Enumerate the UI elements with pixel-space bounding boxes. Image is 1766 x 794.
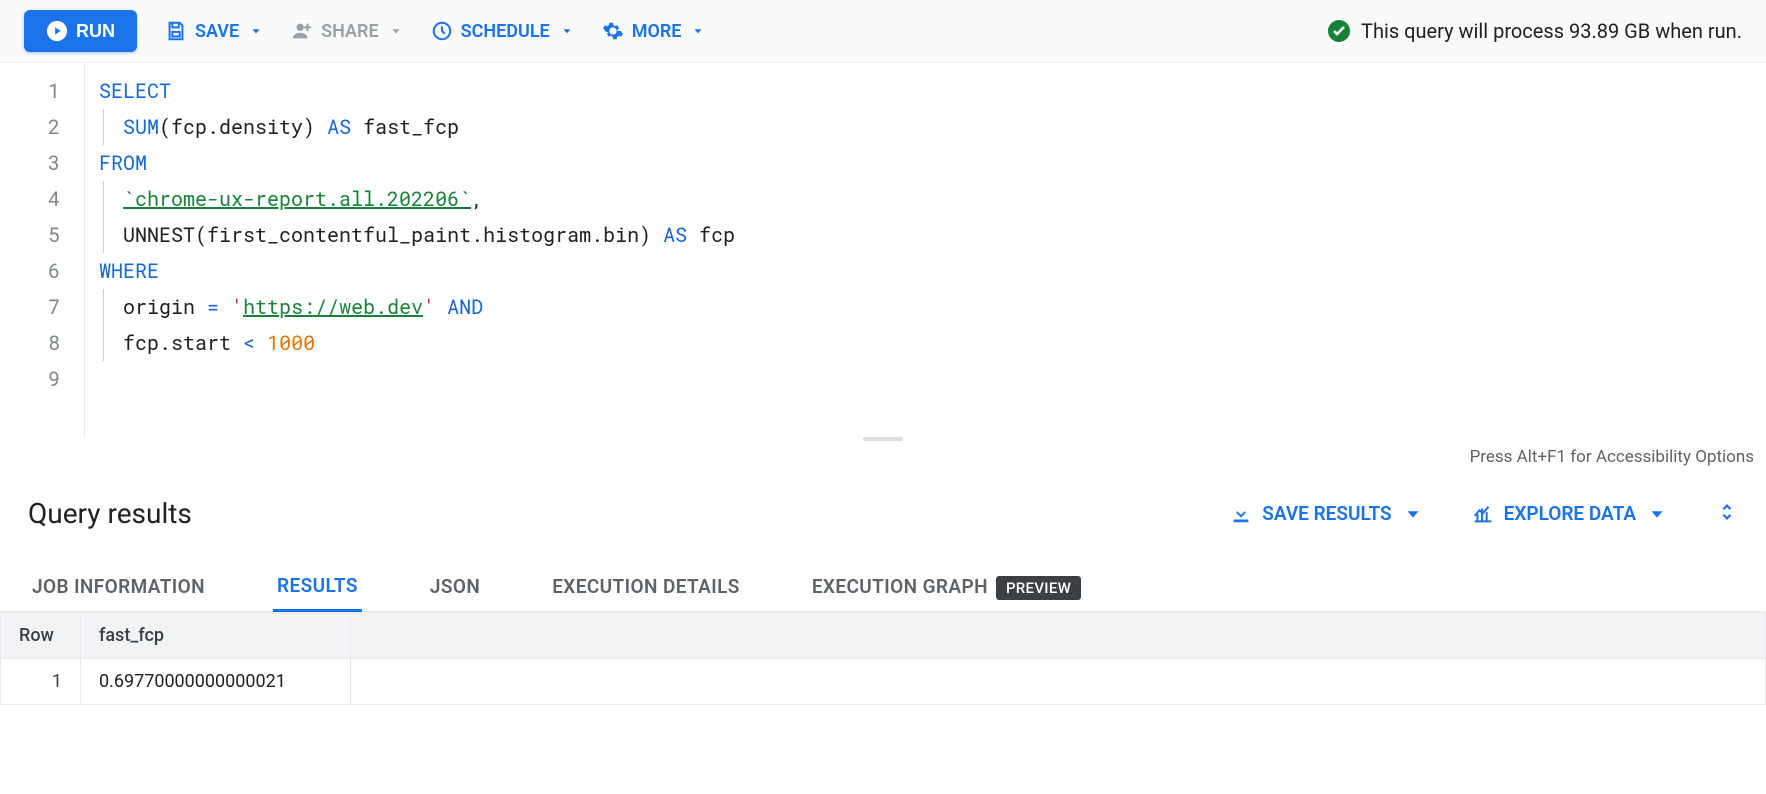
code-area[interactable]: SELECT SUM(fcp.density) AS fast_fcpFROM … [84,63,1766,437]
chevron-down-icon [389,24,403,38]
explore-data-label: EXPLORE DATA [1504,502,1636,525]
code-line[interactable] [85,361,1766,397]
status-text: This query will process 93.89 GB when ru… [1361,19,1742,43]
save-results-label: SAVE RESULTS [1262,502,1391,525]
query-status: This query will process 93.89 GB when ru… [1327,19,1742,43]
share-label: SHARE [321,21,379,42]
col-header: fast_fcp [81,613,351,659]
line-number: 5 [0,217,60,253]
tab-json[interactable]: JSON [426,563,484,610]
tab-execution-details[interactable]: EXECUTION DETAILS [548,563,744,610]
clock-icon [431,20,453,42]
cell-fast_fcp: 0.69770000000000021 [81,659,351,705]
query-toolbar: RUN SAVE SHARE SCHEDULE MORE This query … [0,0,1766,63]
schedule-menu[interactable]: SCHEDULE [431,20,574,42]
run-label: RUN [76,21,115,42]
save-results-menu[interactable]: SAVE RESULTS [1230,502,1423,525]
code-line[interactable]: UNNEST(first_contentful_paint.histogram.… [85,217,1766,253]
chevron-down-icon [1646,503,1668,525]
run-button[interactable]: RUN [24,10,137,52]
line-number: 2 [0,109,60,145]
check-circle-icon [1327,19,1351,43]
preview-badge: PREVIEW [996,576,1081,600]
more-label: MORE [632,21,682,42]
code-line[interactable]: fcp.start < 1000 [85,325,1766,361]
share-menu[interactable]: SHARE [291,20,403,42]
line-number: 8 [0,325,60,361]
row-number: 1 [1,659,81,705]
save-label: SAVE [195,21,239,42]
save-icon [165,20,187,42]
chevron-down-icon [1402,503,1424,525]
code-line[interactable]: WHERE [85,253,1766,289]
code-line[interactable]: SELECT [85,73,1766,109]
line-number: 7 [0,289,60,325]
tab-results[interactable]: RESULTS [273,562,362,612]
sql-editor[interactable]: 123456789 SELECT SUM(fcp.density) AS fas… [0,63,1766,437]
code-line[interactable]: origin = 'https://web.dev' AND [85,289,1766,325]
results-title: Query results [28,497,192,530]
line-number: 1 [0,73,60,109]
results-tabs: JOB INFORMATION RESULTS JSON EXECUTION DETA… [0,542,1766,612]
col-header: Row [1,613,81,659]
play-icon [46,20,68,42]
results-table: Rowfast_fcp 10.69770000000000021 [0,612,1766,705]
code-line[interactable]: SUM(fcp.density) AS fast_fcp [85,109,1766,145]
download-icon [1230,503,1252,525]
chart-icon [1472,503,1494,525]
chevron-down-icon [560,24,574,38]
results-header: Query results SAVE RESULTS EXPLORE DATA [0,473,1766,542]
tab-job-information[interactable]: JOB INFORMATION [28,563,209,610]
save-menu[interactable]: SAVE [165,20,263,42]
line-number: 9 [0,361,60,397]
schedule-label: SCHEDULE [461,21,550,42]
share-icon [291,20,313,42]
line-gutter: 123456789 [0,63,80,437]
code-line[interactable]: `chrome-ux-report.all.202206`, [85,181,1766,217]
tab-execution-graph[interactable]: EXECUTION GRAPHPREVIEW [808,563,1085,610]
line-number: 3 [0,145,60,181]
chevron-down-icon [249,24,263,38]
line-number: 4 [0,181,60,217]
explore-data-menu[interactable]: EXPLORE DATA [1472,502,1668,525]
code-line[interactable]: FROM [85,145,1766,181]
more-menu[interactable]: MORE [602,20,706,42]
table-row[interactable]: 10.69770000000000021 [1,659,1766,705]
gear-icon [602,20,624,42]
line-number: 6 [0,253,60,289]
chevron-down-icon [691,24,705,38]
unfold-icon [1716,501,1738,523]
a11y-hint: Press Alt+F1 for Accessibility Options [0,441,1766,473]
expand-collapse-button[interactable] [1716,501,1738,527]
